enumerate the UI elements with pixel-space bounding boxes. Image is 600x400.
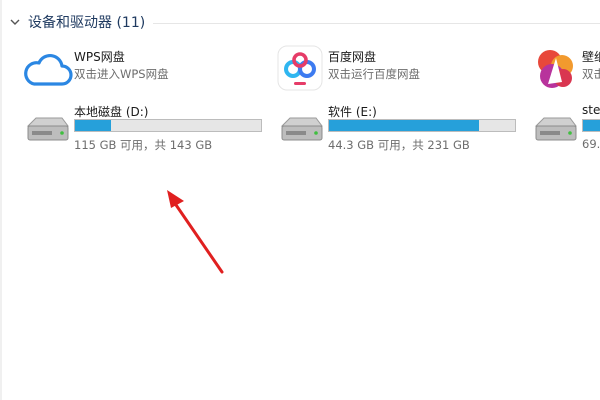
annotation-arrow bbox=[167, 190, 224, 274]
